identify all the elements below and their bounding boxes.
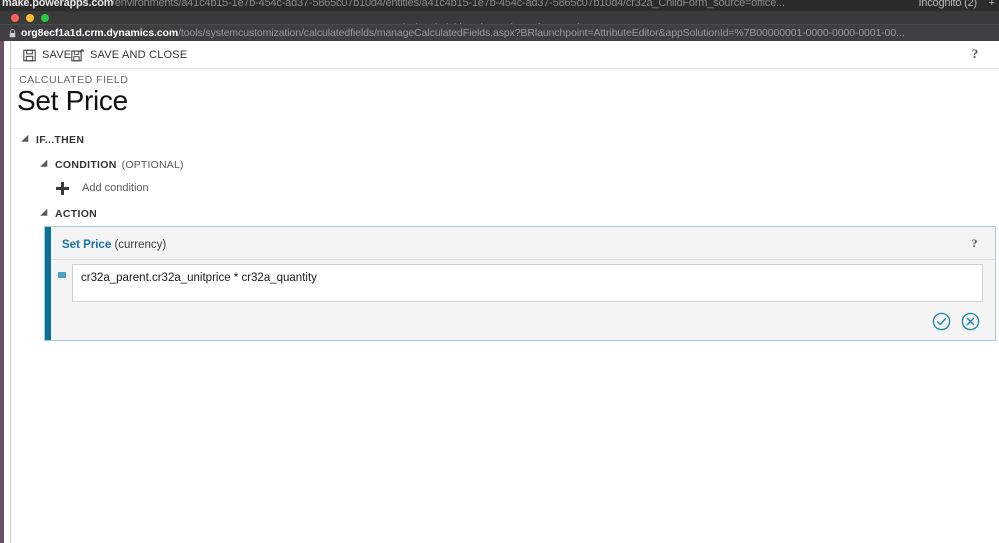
panel-field-name: Set Price xyxy=(62,239,112,251)
tree-node-condition-optional: (OPTIONAL) xyxy=(121,159,184,171)
tab-url-path[interactable]: /environments/a41c4b15-1e7b-454c-ad37-58… xyxy=(112,0,785,9)
panel-field-title: Set Price (currency) xyxy=(62,239,166,251)
url-path: /tools/systemcustomization/calculatedfie… xyxy=(178,27,905,39)
save-and-close-button-label: SAVE AND CLOSE xyxy=(90,49,188,61)
tree-node-if-then[interactable]: IF...THEN xyxy=(21,133,85,147)
cancel-circle-icon[interactable] xyxy=(961,312,980,331)
panel-accent-bar xyxy=(45,227,51,340)
add-condition-button[interactable]: Add condition xyxy=(56,180,149,196)
save-button[interactable]: SAVE xyxy=(23,46,71,64)
panel-field-type: (currency) xyxy=(114,239,167,251)
tab-url-domain[interactable]: make.powerapps.com xyxy=(2,0,114,9)
tree-node-if-then-label: IF...THEN xyxy=(36,134,85,146)
window-titlebar: Calculated Field - Price - Microsoft Dyn… xyxy=(0,11,999,34)
tree-node-condition-label: CONDITION xyxy=(55,159,117,171)
tree-node-action[interactable]: ACTION xyxy=(40,207,98,221)
browser-tab-strip: make.powerapps.com /environments/a41c4b1… xyxy=(0,0,999,11)
caret-expanded-icon[interactable] xyxy=(21,134,32,146)
tree-node-condition[interactable]: CONDITION (OPTIONAL) xyxy=(40,158,184,172)
page-content: SAVE SAVE AND CLOSE ? CALCULATED FIELD S… xyxy=(0,41,999,543)
window-left-edge xyxy=(0,41,4,543)
lock-icon xyxy=(9,29,16,38)
panel-help-button[interactable]: ? xyxy=(967,235,982,251)
plus-icon xyxy=(56,181,69,195)
minimize-window-icon[interactable] xyxy=(26,14,34,22)
action-editor-panel: Set Price (currency) ? xyxy=(44,226,996,341)
panel-action-buttons xyxy=(932,312,980,331)
browser-chrome: make.powerapps.com /environments/a41c4b1… xyxy=(0,0,999,42)
floppy-disk-close-icon xyxy=(71,48,84,61)
formula-input[interactable] xyxy=(72,264,983,302)
check-circle-icon[interactable] xyxy=(932,312,951,331)
caret-expanded-icon[interactable] xyxy=(40,159,51,171)
add-condition-label: Add condition xyxy=(82,182,149,194)
maximize-window-icon[interactable] xyxy=(41,14,49,22)
page-title: Set Price xyxy=(17,85,128,116)
new-tab-button[interactable]: + xyxy=(989,0,995,9)
floppy-disk-icon xyxy=(23,49,36,61)
drag-handle-icon[interactable] xyxy=(58,272,66,278)
address-bar[interactable]: org8ecf1a1d.crm.dynamics.com/tools/syste… xyxy=(0,24,999,42)
content-left-divider xyxy=(10,41,11,543)
help-button[interactable]: ? xyxy=(967,45,983,63)
save-button-label: SAVE xyxy=(42,49,72,61)
caret-expanded-icon[interactable] xyxy=(40,208,51,220)
address-bar-text[interactable]: org8ecf1a1d.crm.dynamics.com/tools/syste… xyxy=(21,25,986,42)
tree-node-action-label: ACTION xyxy=(55,208,98,220)
save-and-close-button[interactable]: SAVE AND CLOSE xyxy=(71,46,187,64)
incognito-indicator[interactable]: Incognito (2) xyxy=(918,0,977,9)
close-window-icon[interactable] xyxy=(11,14,19,22)
panel-divider xyxy=(51,259,996,260)
window-controls xyxy=(11,14,49,22)
command-bar: SAVE SAVE AND CLOSE ? xyxy=(11,41,999,69)
url-domain: org8ecf1a1d.crm.dynamics.com xyxy=(21,27,179,39)
